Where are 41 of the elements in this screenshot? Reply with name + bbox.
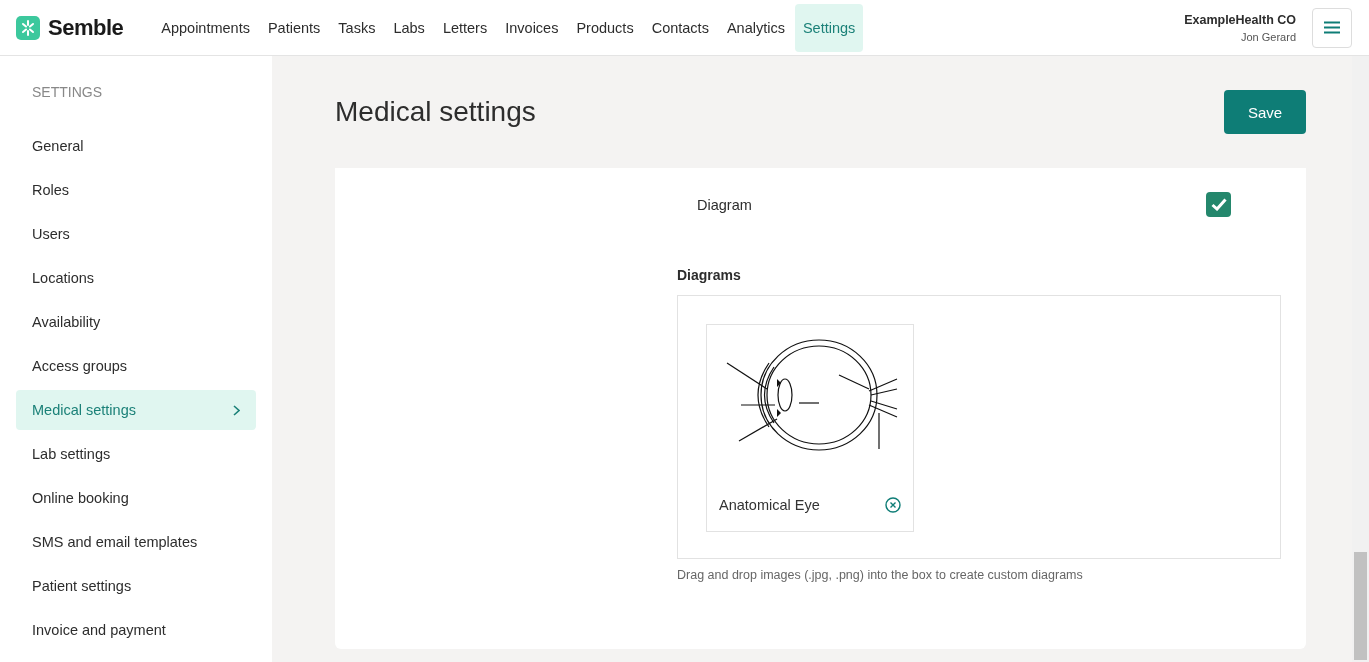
nav-tab[interactable]: Products xyxy=(568,3,642,52)
sidebar-item[interactable]: Patient settings xyxy=(16,566,256,606)
checkmark-icon xyxy=(1210,198,1227,211)
nav-tab[interactable]: Settings xyxy=(794,3,864,52)
sidebar-item[interactable]: Access groups xyxy=(16,346,256,386)
nav-tab[interactable]: Invoices xyxy=(497,3,567,52)
logo-text[interactable]: Semble xyxy=(48,14,124,41)
nav-tab[interactable]: Contacts xyxy=(643,3,717,52)
section-heading: Diagrams xyxy=(677,267,742,283)
page-title: Medical settings xyxy=(335,96,536,128)
sidebar-item[interactable]: Locations xyxy=(16,258,256,298)
menu-icon xyxy=(1324,21,1340,34)
sidebar-item[interactable]: Roles xyxy=(16,170,256,210)
sidebar-item[interactable]: Users xyxy=(16,214,256,254)
menu-button[interactable] xyxy=(1312,7,1352,48)
diagram-name: Anatomical Eye xyxy=(719,497,820,513)
nav-tab[interactable]: Patients xyxy=(259,3,329,52)
remove-icon[interactable] xyxy=(885,497,901,513)
help-text: Drag and drop images (.jpg, .png) into the box to create custom diagrams xyxy=(677,568,1084,582)
nav-tab[interactable]: Letters xyxy=(434,3,496,52)
sidebar-item[interactable]: Lab settings xyxy=(16,434,256,474)
user-name: Jon Gerard xyxy=(1239,30,1296,43)
sidebar-item[interactable]: Availability xyxy=(16,302,256,342)
organization-name: ExampleHealth CO xyxy=(1184,12,1296,27)
sidebar-item[interactable]: SMS and email templates xyxy=(16,522,256,562)
nav-tab[interactable]: Analytics xyxy=(718,3,793,52)
setting-label: Diagram xyxy=(697,196,752,213)
sidebar-item[interactable]: Medical settings xyxy=(16,390,256,430)
checkbox[interactable] xyxy=(1206,192,1231,217)
nav-tab[interactable]: Tasks xyxy=(330,3,384,52)
logo-icon xyxy=(16,15,40,40)
sidebar-item[interactable]: Invoice and payment xyxy=(16,610,256,650)
save-button[interactable]: Save xyxy=(1224,90,1306,134)
sidebar-item[interactable]: General xyxy=(16,126,256,166)
sidebar-heading: SETTINGS xyxy=(31,84,103,100)
sidebar-item[interactable]: Online booking xyxy=(16,478,256,518)
nav-tab[interactable]: Appointments xyxy=(153,3,258,52)
chevron-right-icon xyxy=(233,404,240,416)
diagram-card[interactable]: Anatomical Eye xyxy=(706,324,914,532)
nav-tab[interactable]: Labs xyxy=(385,3,433,52)
drop-zone[interactable]: Anatomical Eye xyxy=(677,295,1281,559)
